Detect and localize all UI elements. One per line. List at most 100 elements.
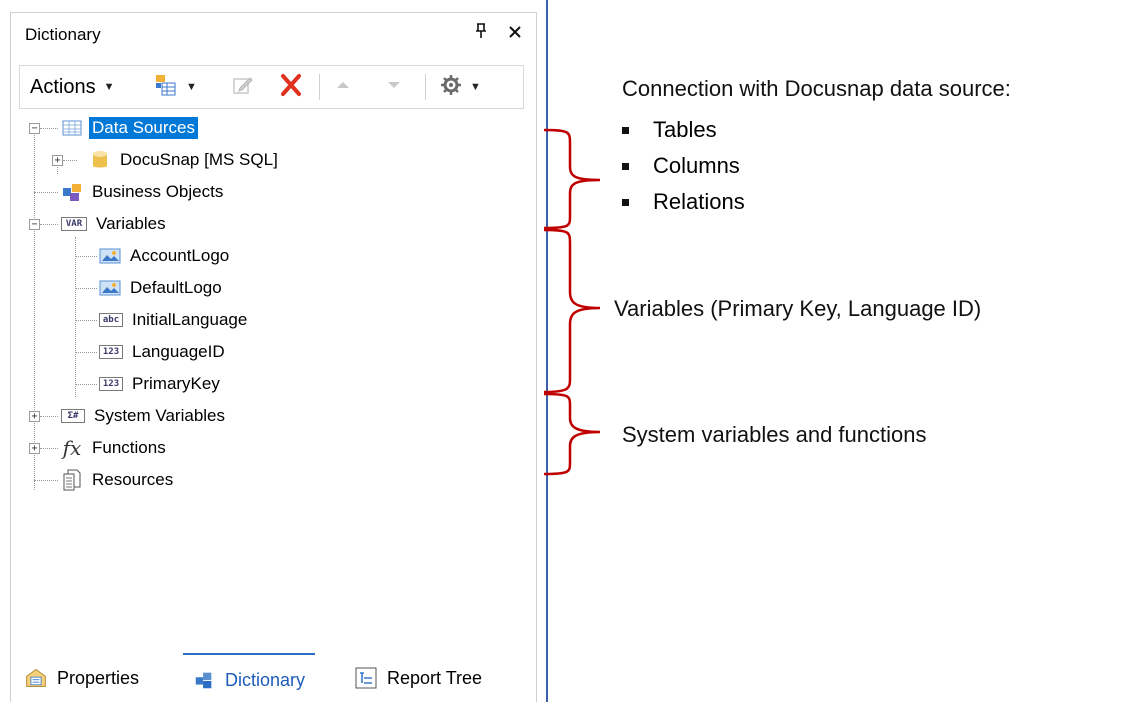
connection-heading: Connection with Docusnap data source:	[622, 76, 1011, 101]
report-tree-icon	[355, 667, 377, 689]
new-item-button[interactable]: ▼	[154, 66, 197, 108]
move-down-icon	[385, 76, 403, 99]
properties-icon	[25, 669, 47, 687]
tree-node-label: Variables	[96, 214, 166, 233]
panel-title-bar: Dictionary	[11, 13, 536, 57]
settings-dropdown[interactable]: ▼	[440, 66, 481, 108]
tree-node-language-id[interactable]: 123 LanguageID	[99, 338, 228, 366]
tree-node-label: PrimaryKey	[132, 374, 220, 393]
tree-node-account-logo[interactable]: AccountLogo	[99, 242, 232, 270]
chevron-down-icon: ▼	[103, 81, 115, 93]
brace-variables	[543, 228, 601, 394]
tree-connector	[75, 352, 97, 353]
list-item: Relations	[622, 184, 745, 220]
tree-node-label: DefaultLogo	[130, 278, 222, 297]
move-down-button[interactable]	[385, 66, 403, 108]
tree-connector	[75, 256, 97, 257]
tree-node-label: Resources	[92, 470, 174, 489]
tree-connector	[34, 480, 58, 481]
variables-note: Variables (Primary Key, Language ID)	[614, 296, 982, 321]
tab-label: Properties	[57, 667, 140, 688]
delete-icon	[279, 73, 303, 102]
function-icon: fx	[62, 436, 82, 460]
expand-toggle[interactable]: +	[29, 411, 40, 422]
list-item: Tables	[622, 112, 745, 148]
list-item-label: Columns	[653, 153, 740, 178]
tree-node-primary-key[interactable]: 123 PrimaryKey	[99, 370, 223, 398]
list-item: Columns	[622, 148, 745, 184]
system-note: System variables and functions	[622, 422, 927, 447]
chevron-down-icon: ▼	[186, 81, 197, 93]
move-up-button[interactable]	[334, 66, 352, 108]
edit-button[interactable]	[232, 66, 254, 108]
bullet-icon	[622, 198, 629, 206]
tree-node-system-variables[interactable]: Σ# System Variables	[61, 402, 228, 430]
delete-button[interactable]	[279, 66, 303, 108]
tree-node-label: LanguageID	[132, 342, 225, 361]
tree-connector	[40, 416, 58, 417]
expand-toggle[interactable]: +	[52, 155, 63, 166]
move-up-icon	[334, 76, 352, 99]
list-item-label: Tables	[653, 117, 717, 142]
string-variable-icon: abc	[99, 313, 123, 327]
business-objects-icon	[61, 183, 83, 201]
panel-tabs: Properties Dictionary Report Tree	[11, 653, 536, 703]
tree-node-label: System Variables	[94, 406, 226, 425]
image-icon	[99, 247, 121, 265]
tree-connector	[75, 384, 97, 385]
tree-connector	[75, 320, 97, 321]
tree-node-functions[interactable]: fx Functions	[61, 434, 169, 462]
tree-connector	[34, 192, 58, 193]
number-variable-icon: 123	[99, 345, 123, 359]
tree-node-data-sources[interactable]: Data Sources	[61, 114, 198, 142]
tab-label: Dictionary	[225, 669, 306, 690]
tree-connector	[75, 288, 97, 289]
tree-node-initial-language[interactable]: abc InitialLanguage	[99, 306, 250, 334]
pin-icon[interactable]	[474, 23, 488, 44]
tab-properties[interactable]: Properties	[25, 653, 139, 703]
tree-node-label: DocuSnap [MS SQL]	[120, 150, 278, 169]
table-icon	[61, 119, 83, 137]
annotation-braces	[543, 128, 601, 476]
tree-node-label: AccountLogo	[130, 246, 230, 265]
collapse-toggle[interactable]: −	[29, 219, 40, 230]
image-icon	[99, 279, 121, 297]
connection-list: Tables Columns Relations	[622, 112, 745, 220]
tree-node-default-logo[interactable]: DefaultLogo	[99, 274, 225, 302]
toolbar-separator	[425, 74, 426, 100]
tree-node-label: InitialLanguage	[132, 310, 248, 329]
expand-toggle[interactable]: +	[29, 443, 40, 454]
system-variable-icon: Σ#	[61, 409, 85, 423]
list-item-label: Relations	[653, 189, 745, 214]
dictionary-icon	[193, 671, 215, 689]
collapse-toggle[interactable]: −	[29, 123, 40, 134]
tree-node-variables[interactable]: VAR Variables	[61, 210, 169, 238]
dictionary-panel: Dictionary Actions ▼ ▼ ▼ − Data Sources …	[10, 12, 537, 702]
tree-connector	[63, 160, 77, 161]
new-item-icon	[154, 73, 178, 102]
chevron-down-icon: ▼	[470, 81, 481, 93]
database-icon	[89, 151, 111, 169]
tree-connector	[75, 237, 76, 397]
tree-connector	[40, 224, 58, 225]
actions-dropdown[interactable]: Actions ▼	[30, 66, 114, 108]
tab-label: Report Tree	[387, 667, 483, 688]
tree-node-label: Data Sources	[89, 117, 198, 139]
tree-node-docusnap[interactable]: DocuSnap [MS SQL]	[89, 146, 281, 174]
tree-node-resources[interactable]: Resources	[61, 466, 176, 494]
brace-system	[543, 392, 601, 476]
toolbar: Actions ▼ ▼ ▼	[19, 65, 524, 109]
bullet-icon	[622, 162, 629, 170]
edit-icon	[232, 74, 254, 101]
tree-node-label: Functions	[92, 438, 166, 457]
bullet-icon	[622, 126, 629, 134]
tab-dictionary[interactable]: Dictionary	[183, 653, 316, 705]
tree-node-label: Business Objects	[92, 182, 224, 201]
close-icon[interactable]	[508, 23, 522, 43]
resource-icon	[61, 469, 83, 491]
tree-node-business-objects[interactable]: Business Objects	[61, 178, 226, 206]
actions-label: Actions	[30, 75, 96, 98]
variable-icon: VAR	[61, 217, 87, 231]
settings-icon	[440, 74, 462, 101]
tab-report-tree[interactable]: Report Tree	[355, 653, 482, 703]
